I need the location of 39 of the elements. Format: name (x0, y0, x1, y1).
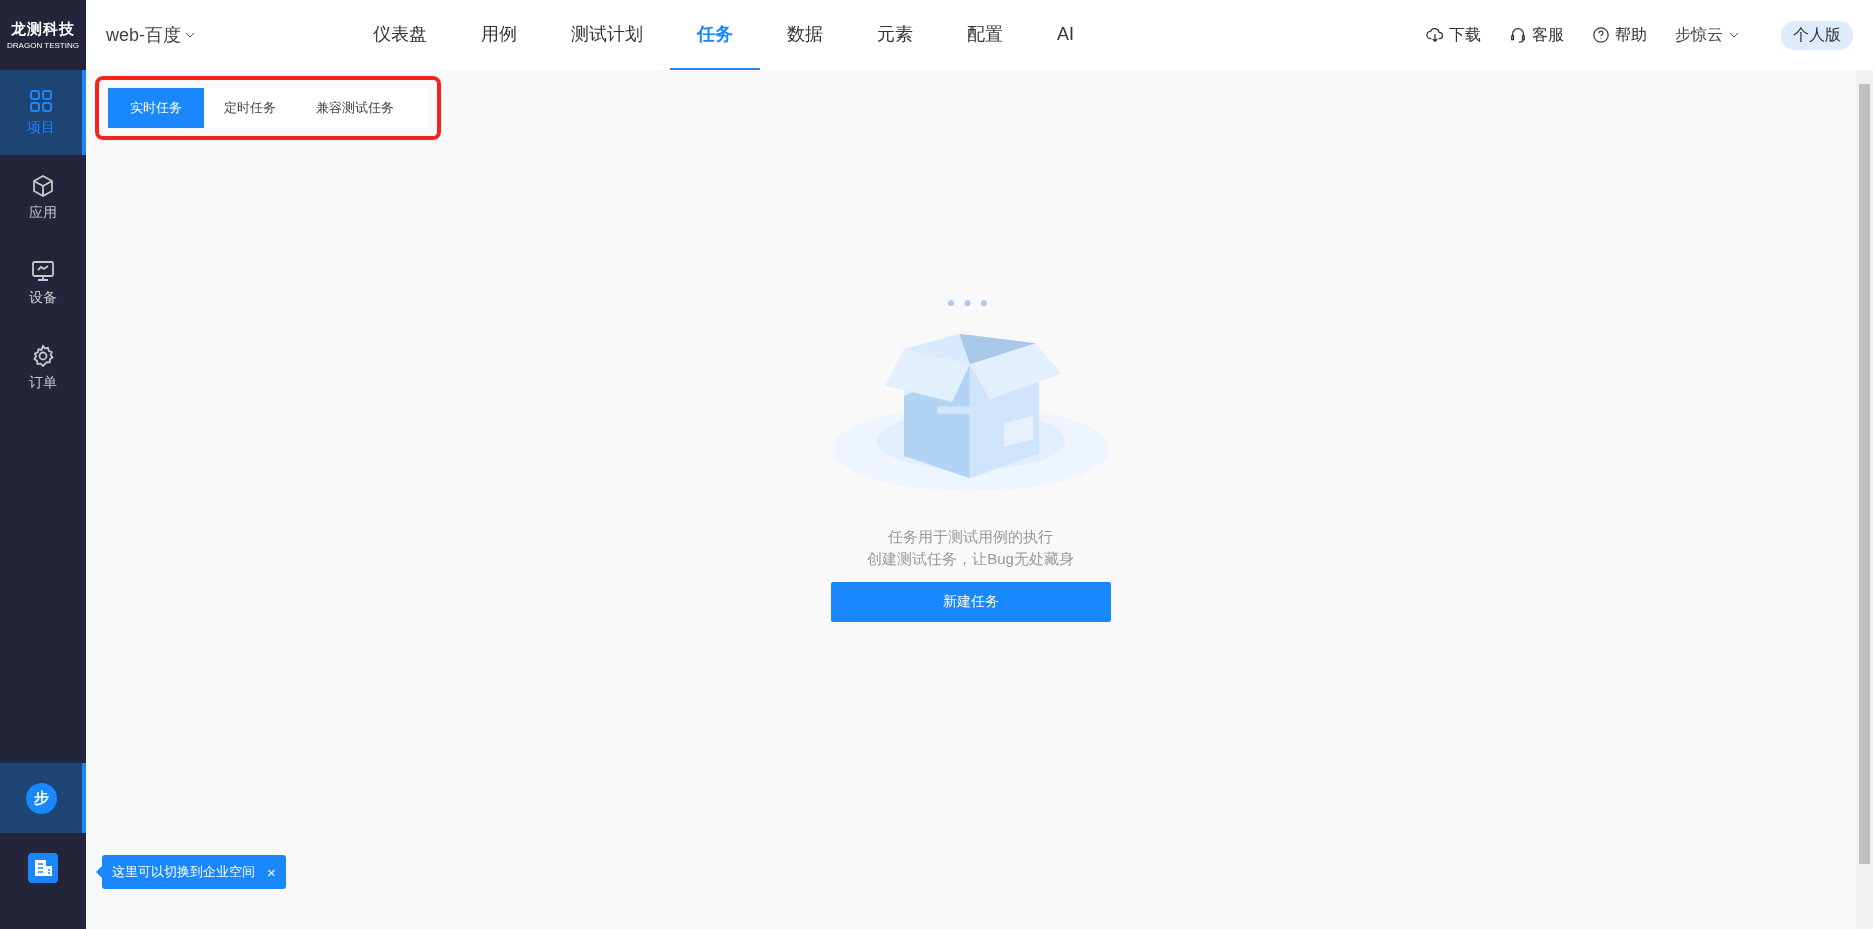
new-task-button[interactable]: 新建任务 (830, 582, 1111, 622)
sidebar-item[interactable]: 订单 (0, 325, 86, 410)
sidebar-item[interactable]: 设备 (0, 240, 86, 325)
caret-icon (185, 32, 195, 38)
gear-icon (31, 343, 55, 368)
nav-tab[interactable]: 仪表盘 (346, 0, 454, 70)
nav-tab[interactable]: 配置 (940, 0, 1030, 70)
empty-message: 任务用于测试用例的执行 (888, 527, 1053, 547)
monitor-icon (31, 258, 55, 283)
grid-icon (29, 88, 53, 113)
logo-title: 龙测科技 (11, 20, 75, 39)
nav-tab[interactable]: 元素 (850, 0, 940, 70)
task-tab[interactable]: 实时任务 (108, 88, 204, 128)
cube-icon (31, 173, 55, 198)
building-icon[interactable] (28, 853, 58, 883)
nav-tab[interactable]: 用例 (454, 0, 544, 70)
sidebar-item[interactable]: 应用 (0, 155, 86, 240)
tooltip-text: 这里可以切换到企业空间 (112, 863, 255, 881)
logo-subtitle: DRAGON TESTING (7, 41, 79, 50)
user-avatar[interactable]: 步 (25, 782, 57, 814)
nav-tab[interactable]: 测试计划 (544, 0, 670, 70)
user-menu[interactable]: 步惊云 (1675, 24, 1739, 46)
scrollbar[interactable] (1856, 70, 1873, 929)
edition-badge: 个人版 (1781, 20, 1853, 50)
header-link[interactable]: 帮助 (1592, 24, 1647, 46)
help-icon (1592, 26, 1610, 44)
empty-message: 创建测试任务，让Bug无处藏身 (867, 549, 1074, 569)
headset-icon (1509, 26, 1527, 44)
task-tab[interactable]: 定时任务 (204, 88, 296, 128)
close-button[interactable]: × (267, 863, 276, 881)
caret-icon (1729, 32, 1739, 38)
project-selector[interactable]: web-百度 (106, 23, 346, 47)
scrollbar-thumb[interactable] (1859, 84, 1870, 864)
header-link[interactable]: 下载 (1426, 24, 1481, 46)
task-tab[interactable]: 兼容测试任务 (296, 88, 414, 128)
header-link[interactable]: 客服 (1509, 24, 1564, 46)
cloud-download-icon (1426, 26, 1444, 44)
nav-tab[interactable]: AI (1030, 0, 1101, 70)
nav-tab[interactable]: 数据 (760, 0, 850, 70)
